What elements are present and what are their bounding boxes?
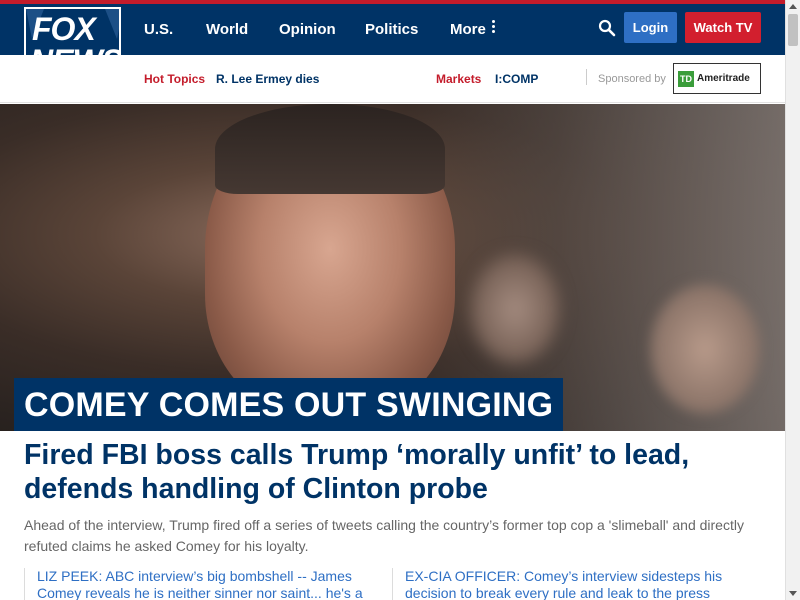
vertical-dots-icon[interactable]	[492, 20, 496, 36]
nav-item-more[interactable]: More	[450, 21, 486, 38]
nav-item-us[interactable]: U.S.	[144, 21, 173, 38]
search-icon[interactable]	[598, 19, 616, 37]
logo-fox-text: FOX	[32, 11, 96, 47]
watch-tv-button[interactable]: Watch TV	[685, 12, 761, 43]
background-person	[470, 254, 560, 364]
trending-topic-link[interactable]: R. Lee Ermey dies	[216, 72, 319, 86]
related-story-link[interactable]: EX-CIA OFFICER: Comey’s interview sidest…	[392, 568, 732, 600]
page-scrollbar[interactable]	[785, 0, 800, 600]
market-ticker-link[interactable]: I:COMP	[495, 72, 538, 86]
scroll-down-arrow-icon[interactable]	[789, 591, 797, 596]
sponsor-logo[interactable]: TD Ameritrade	[673, 63, 761, 94]
hero-image[interactable]: COMEY COMES OUT SWINGING	[0, 104, 785, 431]
related-story-link[interactable]: LIZ PEEK: ABC interview’s big bombshell …	[24, 568, 364, 600]
sponsor-name: Ameritrade	[697, 73, 750, 84]
scrollbar-thumb[interactable]	[788, 14, 798, 46]
hero-kicker[interactable]: COMEY COMES OUT SWINGING	[14, 378, 564, 431]
scroll-up-arrow-icon[interactable]	[789, 4, 797, 9]
nav-item-opinion[interactable]: Opinion	[279, 21, 336, 38]
hero-subject-hair	[215, 104, 445, 194]
nav-item-politics[interactable]: Politics	[365, 21, 418, 38]
lead-headline[interactable]: Fired FBI boss calls Trump ‘morally unfi…	[24, 438, 764, 506]
lead-summary: Ahead of the interview, Trump fired off …	[24, 517, 744, 554]
divider	[586, 69, 587, 85]
login-button[interactable]: Login	[624, 12, 677, 43]
nav-item-world[interactable]: World	[206, 21, 248, 38]
secondary-nav-bar: Hot Topics R. Lee Ermey dies Markets I:C…	[0, 55, 785, 103]
sponsored-label: Sponsored by	[598, 73, 666, 85]
hot-topics-label: Hot Topics	[144, 72, 206, 86]
markets-label: Markets	[436, 72, 482, 86]
background-person	[650, 284, 760, 414]
td-logo-mark: TD	[678, 70, 694, 87]
